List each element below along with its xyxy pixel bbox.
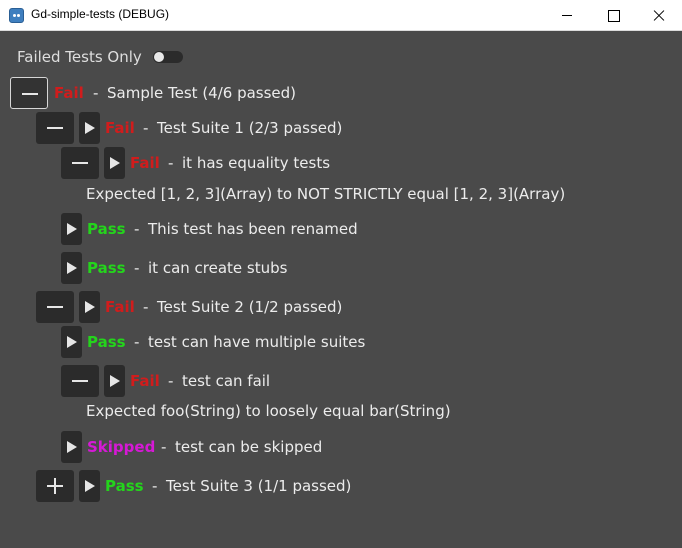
status-label: Pass	[87, 333, 126, 351]
separator: -	[134, 259, 140, 277]
separator: -	[93, 84, 99, 102]
tree-row-this-test-has-been-renamed: Pass - This test has been renamed	[61, 213, 461, 245]
failed-tests-only-toggle[interactable]	[153, 51, 183, 63]
tree-row-test-suite-2: Fail - Test Suite 2 (1/2 passed)	[36, 291, 436, 323]
collapse-button[interactable]	[61, 147, 99, 179]
maximize-button[interactable]	[590, 0, 636, 31]
play-button[interactable]	[79, 112, 100, 144]
test-name: Sample Test (4/6 passed)	[107, 84, 297, 102]
collapse-button[interactable]	[61, 365, 99, 397]
status-label: Pass	[87, 220, 126, 238]
tree-row-it-has-equality-tests: Fail - it has equality tests	[61, 147, 461, 179]
play-button[interactable]	[61, 252, 82, 284]
godot-app-icon	[9, 8, 24, 23]
minimize-button[interactable]	[544, 0, 590, 31]
tree-row-test-suite-1: Fail - Test Suite 1 (2/3 passed)	[36, 112, 436, 144]
play-button[interactable]	[79, 291, 100, 323]
status-label: Fail	[105, 119, 135, 137]
separator: -	[143, 298, 149, 316]
failure-message: Expected [1, 2, 3](Array) to NOT STRICTL…	[86, 185, 566, 203]
play-button[interactable]	[79, 470, 100, 502]
separator: -	[134, 220, 140, 238]
close-button[interactable]	[636, 0, 682, 31]
status-label: Skipped	[87, 438, 156, 456]
separator: -	[161, 438, 167, 456]
collapse-button[interactable]	[10, 77, 48, 109]
play-button[interactable]	[104, 147, 125, 179]
suite-name: Test Suite 2 (1/2 passed)	[157, 298, 343, 316]
status-label: Fail	[130, 154, 160, 172]
separator: -	[168, 154, 174, 172]
play-button[interactable]	[104, 365, 125, 397]
test-name: test can be skipped	[175, 438, 323, 456]
play-button[interactable]	[61, 431, 82, 463]
status-label: Fail	[105, 298, 135, 316]
collapse-button[interactable]	[36, 112, 74, 144]
test-name: test can fail	[182, 372, 271, 390]
tree-row-test-can-have-multiple-suites: Pass - test can have multiple suites	[61, 326, 461, 358]
test-results-panel: Failed Tests Only Fail - Sample Test (4/…	[0, 31, 682, 548]
tree-row-it-can-create-stubs: Pass - it can create stubs	[61, 252, 461, 284]
separator: -	[143, 119, 149, 137]
status-label: Pass	[87, 259, 126, 277]
tree-row-test-can-be-skipped: Skipped - test can be skipped	[61, 431, 461, 463]
expand-button[interactable]	[36, 470, 74, 502]
status-label: Fail	[130, 372, 160, 390]
separator: -	[134, 333, 140, 351]
failure-message: Expected foo(String) to loosely equal ba…	[86, 402, 451, 420]
test-name: it can create stubs	[148, 259, 288, 277]
status-label: Pass	[105, 477, 144, 495]
test-name: it has equality tests	[182, 154, 331, 172]
title-bar: Gd-simple-tests (DEBUG)	[0, 0, 682, 31]
tree-row-test-suite-3: Pass - Test Suite 3 (1/1 passed)	[36, 470, 436, 502]
play-button[interactable]	[61, 213, 82, 245]
tree-row-sample-test: Fail - Sample Test (4/6 passed)	[10, 77, 410, 109]
suite-name: Test Suite 1 (2/3 passed)	[157, 119, 343, 137]
test-name: test can have multiple suites	[148, 333, 366, 351]
separator: -	[152, 477, 158, 495]
collapse-button[interactable]	[36, 291, 74, 323]
tree-row-test-can-fail: Fail - test can fail	[61, 365, 461, 397]
test-name: This test has been renamed	[148, 220, 358, 238]
status-label: Fail	[54, 84, 84, 102]
window-title: Gd-simple-tests (DEBUG)	[31, 7, 170, 21]
failed-tests-only-label: Failed Tests Only	[17, 48, 142, 66]
toggle-knob	[154, 52, 164, 62]
play-button[interactable]	[61, 326, 82, 358]
suite-name: Test Suite 3 (1/1 passed)	[166, 477, 352, 495]
separator: -	[168, 372, 174, 390]
